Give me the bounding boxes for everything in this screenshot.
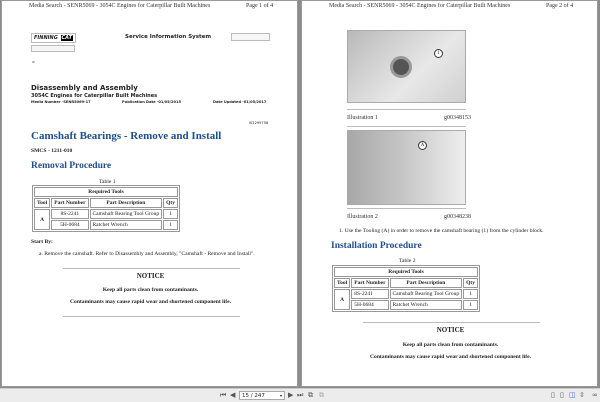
cell-part: 5H-0684	[51, 220, 89, 230]
page-number-input[interactable]: 15 / 247 ▾	[239, 391, 285, 400]
cell-qty: 1	[163, 209, 178, 219]
next-page-icon[interactable]: ▶	[288, 391, 293, 399]
required-tools-table-1: Required Tools Tool Part Number Part Descr…	[32, 185, 180, 232]
table-row: 5H-0684 Ratchet Wrench 1	[334, 300, 478, 310]
col-part-number: Part Number	[51, 198, 89, 208]
notice-line-1: Keep all parts clean from contaminants.	[102, 287, 199, 293]
section-heading: Removal Procedure	[31, 161, 112, 171]
two-page-icon[interactable]: ◫	[569, 391, 576, 399]
cell-desc: Camshaft Bearing Tool Group	[389, 289, 463, 299]
start-by-label: Start By:	[31, 239, 53, 245]
finning-cat-logo: CAT FINNING	[31, 33, 76, 43]
smcs-code: SMCS - 1211-010	[31, 148, 73, 154]
notice-line-2: Contaminants may cause rapid wear and sh…	[69, 299, 232, 305]
col-description: Part Description	[389, 278, 463, 288]
table-title: Required Tools	[34, 187, 178, 197]
divider	[63, 316, 240, 317]
table-row: A 8S-2241 Camshaft Bearing Tool Group 1	[334, 289, 478, 310]
media-number: Media Number -SENR5069-17	[31, 100, 91, 104]
step-1: 1. Use the Tooling (A) in order to remov…	[339, 228, 544, 234]
first-page-icon[interactable]: ⏮	[220, 391, 226, 400]
illustration-1-image: 1	[347, 30, 466, 103]
divider	[63, 268, 240, 269]
cell-part: 5H-0684	[351, 300, 389, 310]
cell-qty: 1	[463, 300, 478, 310]
col-tool: Tool	[34, 198, 51, 208]
sis-search-box[interactable]	[231, 33, 270, 41]
illustration-1-id: g00348153	[444, 115, 471, 121]
col-qty: Qty	[163, 198, 178, 208]
cell-qty: 1	[163, 220, 178, 230]
viewer-toolbar: ⏮ ◀ 15 / 247 ▾ ▶ ⏭ ⧉ ⧉ ▯ ▯ ◫ ⇳ ∞	[0, 388, 600, 402]
pdf-page-2: Media Search - SENR5069 - 3054C Engines …	[301, 0, 598, 387]
notice-title: NOTICE	[436, 326, 465, 334]
step-a: a. Remove the camshaft. Refer to Disasse…	[39, 251, 255, 257]
cell-qty: 1	[463, 289, 478, 299]
col-description: Part Description	[89, 198, 163, 208]
cell-desc: Ratchet Wrench	[89, 220, 163, 230]
sis-nav-box[interactable]	[31, 45, 75, 52]
pdf-page-1: Media Search - SENR5069 - 3054C Engines …	[1, 0, 298, 387]
single-page-icon[interactable]: ▯	[551, 391, 555, 399]
divider	[347, 126, 466, 127]
notice-line-1: Keep all parts clean from contaminants.	[402, 342, 499, 348]
notice-title: NOTICE	[136, 272, 165, 280]
page-number-value: 15 / 247	[242, 393, 265, 399]
page-header-title: Media Search - SENR5069 - 3054C Engines …	[29, 3, 211, 9]
divider	[347, 109, 466, 110]
divider	[363, 322, 540, 323]
illustration-1-label: Illustration 1	[347, 115, 378, 121]
divider	[347, 208, 466, 209]
fit-width-icon[interactable]: ⇳	[579, 391, 585, 399]
doc-subtitle: 3054C Engines for Caterpillar Built Mach…	[31, 93, 158, 99]
paste-icon[interactable]: ⧉	[319, 391, 324, 400]
page-number-label: Page 2 of 4	[546, 3, 574, 9]
callout-a: A	[418, 141, 427, 150]
date-updated: Date Updated -01/05/2017	[213, 100, 267, 104]
cell-tool: A	[34, 209, 51, 230]
section-heading: Installation Procedure	[331, 241, 422, 251]
sis-title: Service Information System	[125, 34, 212, 40]
illustration-2-label: Illustration 2	[347, 214, 378, 220]
callout-1: 1	[434, 49, 443, 58]
cell-part: 8S-2241	[351, 289, 389, 299]
table-row: A 8S-2241 Camshaft Bearing Tool Group 1	[34, 209, 178, 230]
col-tool: Tool	[334, 278, 351, 288]
required-tools-table-2: Required Tools Tool Part Number Part Descr…	[332, 265, 480, 312]
prev-page-icon[interactable]: ◀	[230, 391, 235, 399]
notice-line-2: Contaminants may cause rapid wear and sh…	[369, 354, 532, 360]
table-title: Required Tools	[334, 267, 478, 277]
page-heading: Camshaft Bearings - Remove and Install	[31, 130, 222, 142]
cell-desc: Camshaft Bearing Tool Group	[89, 209, 163, 219]
cell-part: 8S-2241	[51, 209, 89, 219]
page-number-label: Page 1 of 4	[246, 3, 274, 9]
table-row: 5H-0684 Ratchet Wrench 1	[34, 220, 178, 230]
publication-date: Publication Date -01/05/2015	[122, 100, 181, 104]
cell-tool: A	[334, 289, 351, 310]
illustration-2-image: A	[347, 130, 466, 205]
last-page-icon[interactable]: ⏭	[297, 391, 303, 400]
col-part-number: Part Number	[351, 278, 389, 288]
continuous-page-icon[interactable]: ▯	[560, 391, 564, 399]
copy-icon[interactable]: ⧉	[308, 391, 313, 400]
zoom-icon[interactable]: ∞	[592, 391, 598, 399]
cell-desc: Ratchet Wrench	[389, 300, 463, 310]
doc-id: i02299758	[249, 121, 269, 125]
page-header-title: Media Search - SENR5069 - 3054C Engines …	[329, 3, 511, 9]
col-qty: Qty	[463, 278, 478, 288]
table-caption: Table 2	[399, 258, 416, 264]
illustration-2-id: g00348238	[444, 214, 471, 220]
doc-title: Disassembly and Assembly	[31, 84, 138, 92]
back-link[interactable]: «	[32, 59, 35, 65]
